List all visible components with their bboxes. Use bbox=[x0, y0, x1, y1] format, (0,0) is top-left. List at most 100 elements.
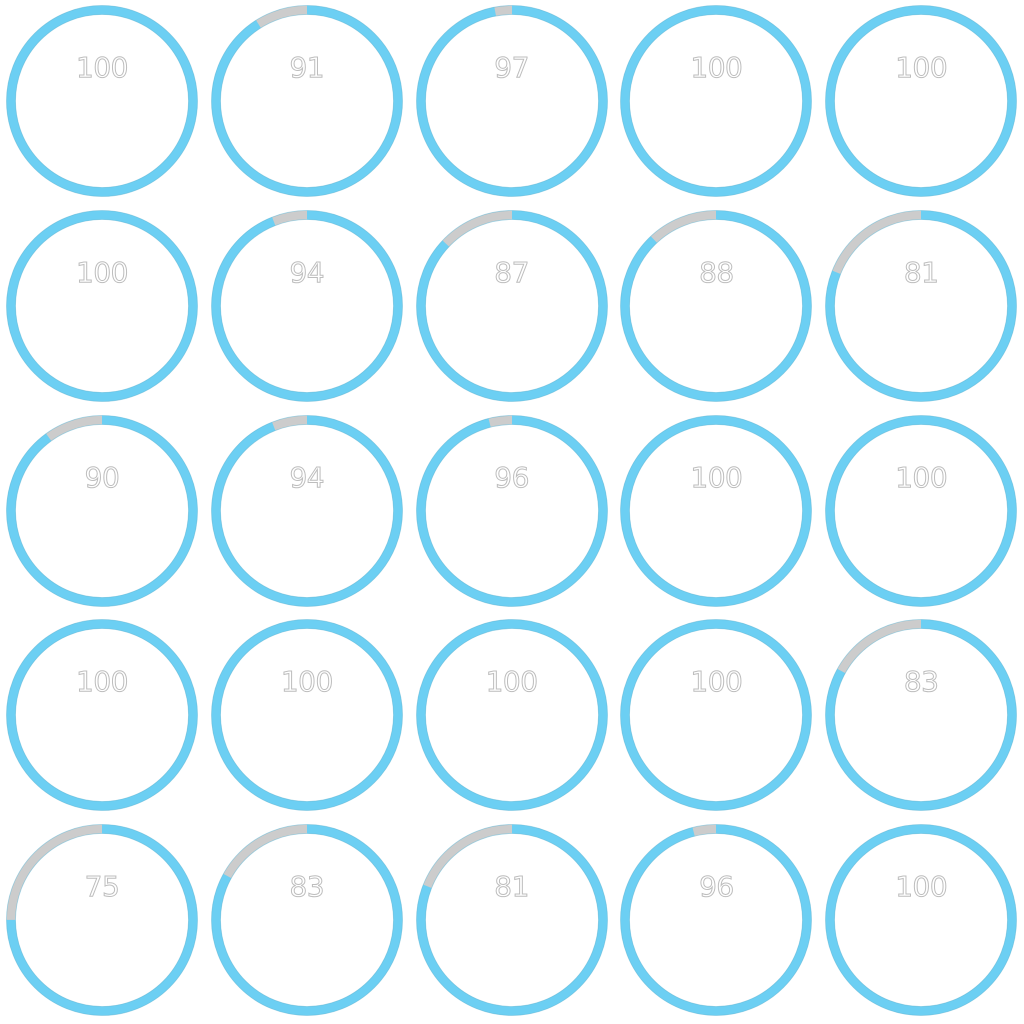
ring-graphic bbox=[6, 414, 198, 607]
score-ring: 96 bbox=[410, 410, 614, 614]
score-label: 81 bbox=[494, 870, 530, 904]
score-label: 83 bbox=[289, 870, 325, 904]
score-label: 94 bbox=[289, 255, 325, 289]
ring-graphic bbox=[415, 824, 608, 1017]
score-label: 94 bbox=[289, 460, 325, 494]
ring-inner-edge bbox=[629, 423, 804, 598]
score-ring: 100 bbox=[819, 410, 1023, 614]
score-ring: 100 bbox=[819, 0, 1023, 204]
ring-progress-arc bbox=[825, 824, 1017, 1016]
score-ring: 87 bbox=[410, 205, 614, 409]
ring-inner-edge bbox=[15, 423, 189, 598]
ring-inner-edge bbox=[834, 14, 1009, 188]
ring-graphic bbox=[825, 414, 1018, 607]
ring-progress-arc bbox=[211, 5, 403, 197]
ring-graphic bbox=[620, 619, 813, 812]
ring-progress-arc bbox=[416, 619, 608, 811]
ring-graphic bbox=[415, 209, 608, 402]
score-ring: 97 bbox=[410, 0, 614, 204]
ring-progress-arc bbox=[211, 619, 403, 811]
ring-inner-edge bbox=[424, 218, 599, 393]
ring-graphic bbox=[415, 619, 608, 812]
ring-inner-edge bbox=[629, 833, 804, 1008]
score-ring: 94 bbox=[205, 410, 409, 614]
ring-graphic bbox=[6, 619, 198, 812]
ring-graphic bbox=[415, 5, 608, 197]
ring-inner-edge bbox=[15, 628, 189, 803]
score-label: 100 bbox=[895, 870, 948, 904]
ring-inner-edge bbox=[629, 628, 804, 803]
ring-graphic bbox=[825, 5, 1018, 197]
ring-graphic bbox=[210, 824, 403, 1017]
score-ring: 75 bbox=[0, 819, 204, 1023]
score-label: 97 bbox=[494, 51, 530, 85]
score-ring: 100 bbox=[0, 0, 204, 204]
ring-progress-arc bbox=[211, 210, 403, 402]
ring-inner-edge bbox=[834, 833, 1009, 1008]
score-ring: 100 bbox=[0, 205, 204, 409]
score-label: 100 bbox=[690, 665, 743, 699]
score-label: 96 bbox=[494, 460, 530, 494]
ring-progress-arc bbox=[416, 5, 608, 197]
ring-graphic bbox=[825, 619, 1018, 812]
score-label: 100 bbox=[485, 665, 538, 699]
ring-inner-edge bbox=[15, 833, 189, 1008]
ring-progress-arc bbox=[6, 210, 198, 402]
ring-progress-arc bbox=[620, 415, 812, 607]
ring-graphic bbox=[825, 824, 1018, 1017]
ring-graphic bbox=[6, 824, 198, 1017]
score-ring: 81 bbox=[410, 819, 614, 1023]
score-ring-grid: 100 91 97 100 100 100 94 87 88 81 90 94 96 100 100 100 1… bbox=[0, 0, 1024, 1024]
score-label: 90 bbox=[84, 460, 120, 494]
score-label: 96 bbox=[699, 870, 735, 904]
ring-progress-arc bbox=[6, 5, 198, 197]
ring-progress-arc bbox=[620, 210, 812, 402]
ring-progress-arc bbox=[825, 415, 1017, 607]
score-label: 100 bbox=[76, 665, 129, 699]
score-ring: 100 bbox=[614, 410, 818, 614]
ring-graphic bbox=[415, 414, 608, 607]
ring-inner-edge bbox=[424, 628, 599, 803]
score-label: 100 bbox=[690, 51, 743, 85]
score-label: 100 bbox=[895, 460, 948, 494]
ring-inner-edge bbox=[834, 218, 1009, 393]
score-label: 81 bbox=[903, 255, 939, 289]
ring-progress-arc bbox=[825, 5, 1017, 197]
score-label: 83 bbox=[903, 665, 939, 699]
ring-progress-arc bbox=[620, 619, 812, 811]
score-ring: 100 bbox=[614, 614, 818, 818]
ring-progress-arc bbox=[6, 415, 198, 607]
score-ring: 90 bbox=[0, 410, 204, 614]
ring-inner-edge bbox=[219, 833, 394, 1008]
score-ring: 91 bbox=[205, 0, 409, 204]
score-label: 100 bbox=[895, 51, 948, 85]
score-label: 100 bbox=[690, 460, 743, 494]
ring-graphic bbox=[210, 209, 403, 402]
ring-graphic bbox=[6, 209, 198, 402]
ring-inner-edge bbox=[15, 218, 189, 393]
score-ring: 100 bbox=[205, 614, 409, 818]
ring-inner-edge bbox=[834, 423, 1009, 598]
ring-progress-arc bbox=[211, 415, 403, 607]
score-label: 88 bbox=[699, 255, 735, 289]
score-ring: 81 bbox=[819, 205, 1023, 409]
score-label: 75 bbox=[84, 870, 120, 904]
ring-graphic bbox=[620, 414, 813, 607]
score-label: 87 bbox=[494, 255, 530, 289]
ring-graphic bbox=[210, 414, 403, 607]
score-ring: 100 bbox=[819, 819, 1023, 1023]
ring-inner-edge bbox=[424, 833, 599, 1008]
ring-graphic bbox=[6, 5, 198, 197]
score-ring: 83 bbox=[205, 819, 409, 1023]
ring-progress-arc bbox=[6, 619, 198, 811]
ring-progress-arc bbox=[416, 415, 608, 607]
ring-graphic bbox=[620, 5, 813, 197]
score-ring: 83 bbox=[819, 614, 1023, 818]
score-ring: 100 bbox=[0, 614, 204, 818]
ring-inner-edge bbox=[629, 14, 804, 188]
ring-inner-edge bbox=[219, 423, 394, 598]
ring-inner-edge bbox=[219, 628, 394, 803]
ring-inner-edge bbox=[629, 218, 804, 393]
ring-graphic bbox=[620, 209, 813, 402]
ring-inner-edge bbox=[424, 423, 599, 598]
